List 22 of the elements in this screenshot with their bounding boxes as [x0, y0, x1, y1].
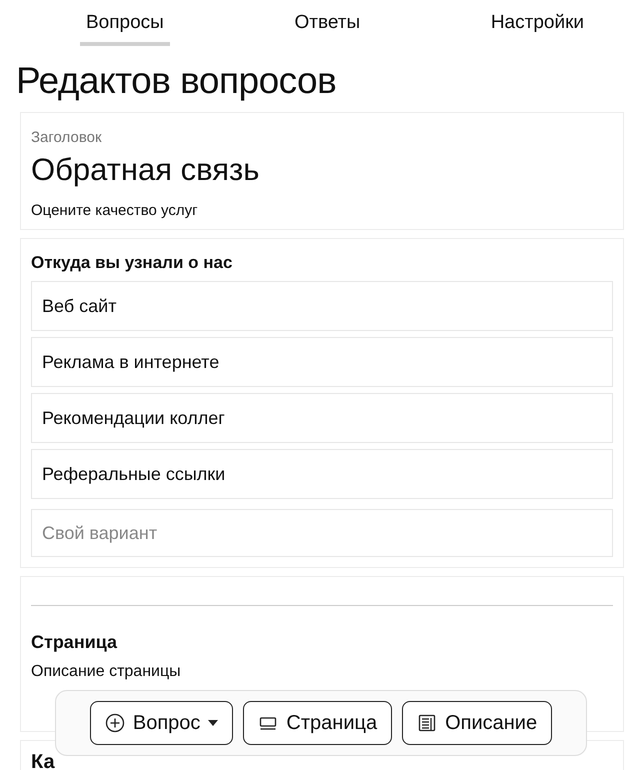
document-icon: [417, 713, 438, 733]
tab[interactable]: Настройки: [484, 12, 590, 46]
page-title: Редактов вопросов: [16, 60, 338, 102]
answer-option[interactable]: Рекомендации коллег: [31, 393, 613, 443]
answer-option[interactable]: Веб сайт: [31, 281, 613, 331]
answer-option[interactable]: Реклама в интернете: [31, 337, 613, 387]
question-title: Откуда вы узнали о нас: [31, 253, 234, 273]
add-button[interactable]: Страница: [243, 701, 392, 745]
header-label: Заголовок: [31, 129, 103, 146]
question-title: Ка: [31, 751, 56, 770]
add-button[interactable]: Описание: [402, 701, 552, 745]
input-field[interactable]: Свой вариант: [31, 509, 613, 557]
form-description: Оцените качество услуг: [31, 202, 199, 219]
add-button[interactable]: Вопрос: [90, 701, 234, 745]
form-title: Обратная связь: [31, 152, 260, 188]
answer-option[interactable]: Реферальные ссылки: [31, 449, 613, 499]
page-section-title: Страница: [31, 632, 118, 653]
page-description: Описание страницы: [31, 663, 182, 681]
tab[interactable]: Ответы: [288, 12, 366, 46]
plus-circle-icon: [104, 713, 125, 733]
caret-icon: [208, 720, 218, 726]
tab[interactable]: Вопросы: [80, 12, 170, 46]
